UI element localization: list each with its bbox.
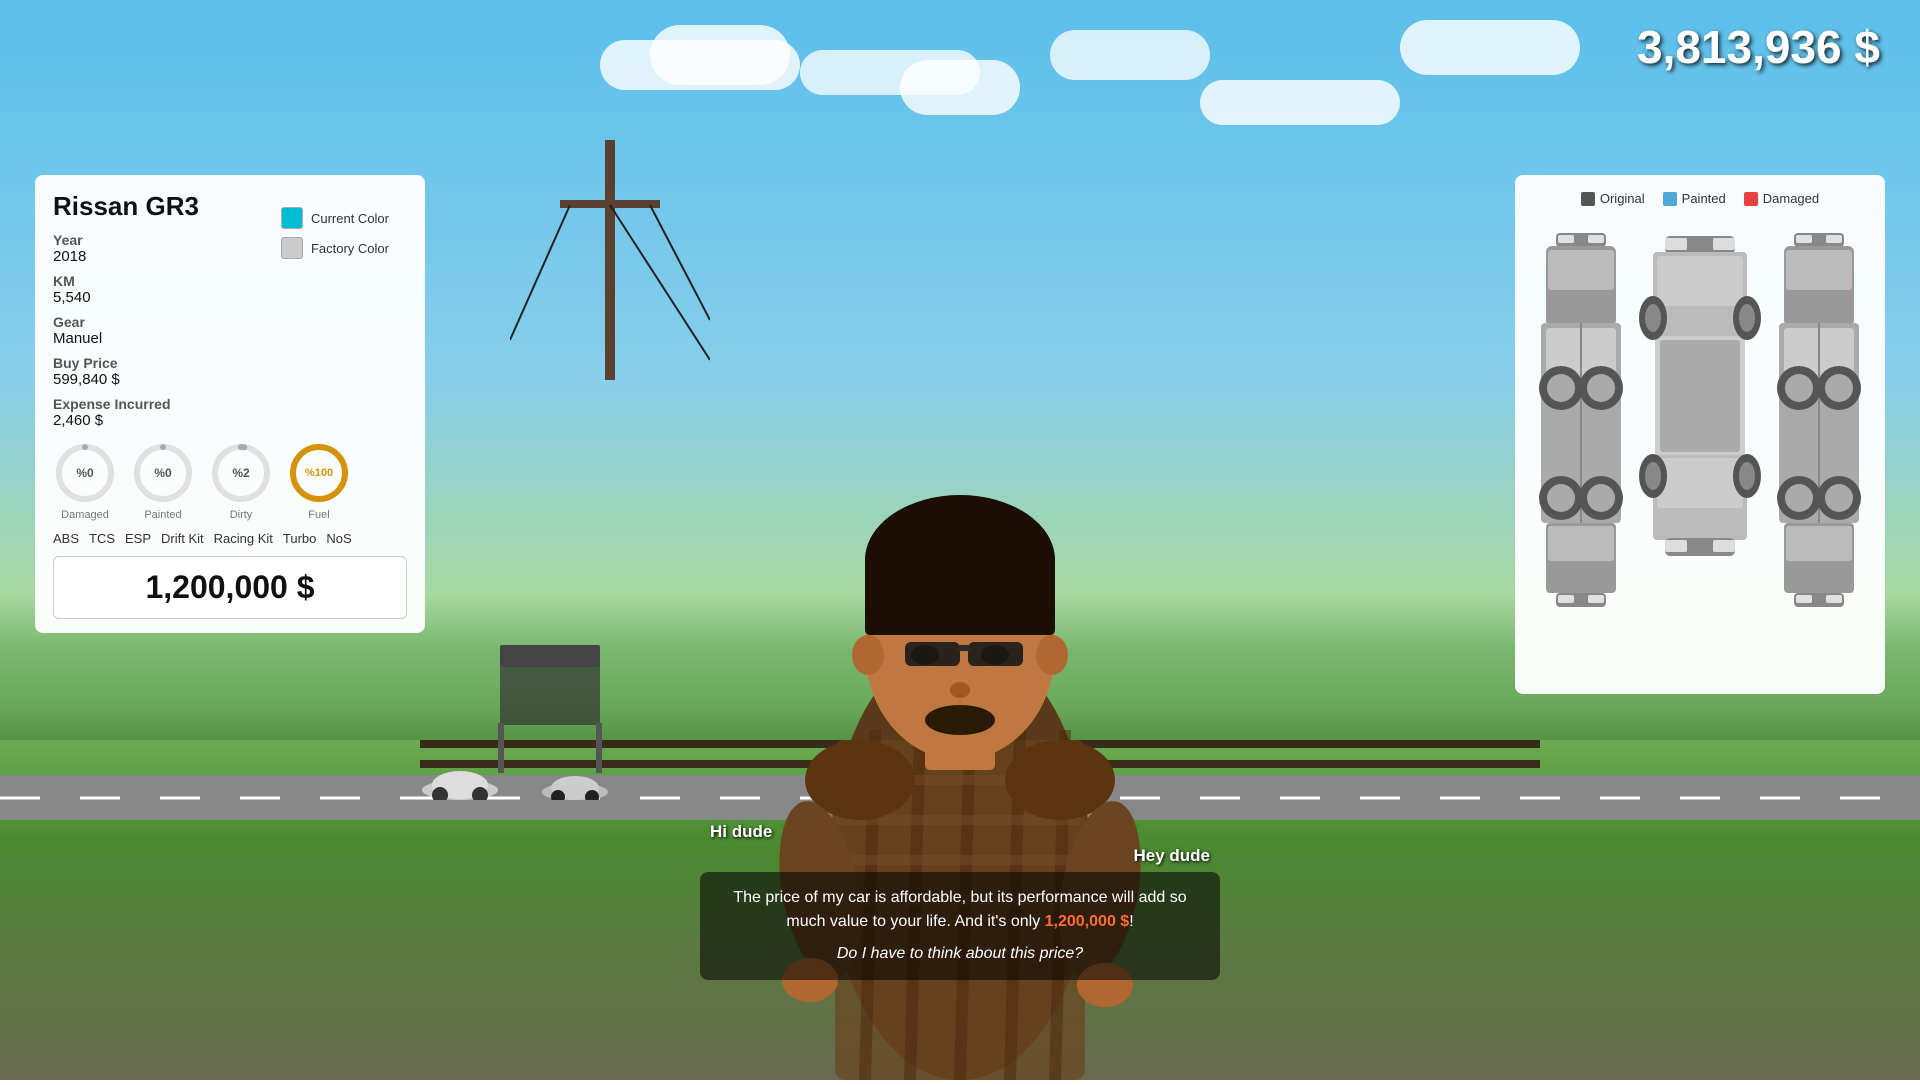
gauges-row: %0 Damaged %0 Painted <box>53 441 407 521</box>
cloud-2 <box>650 25 790 85</box>
feature-turbo: Turbo <box>283 531 316 546</box>
factory-color-row: Factory Color <box>281 237 389 259</box>
dialogue-bubble: The price of my car is affordable, but i… <box>700 872 1220 980</box>
gauge-dirty-circle: %2 <box>209 441 273 505</box>
current-color-swatch <box>281 207 303 229</box>
feature-drift-kit: Drift Kit <box>161 531 204 546</box>
cloud-7 <box>1400 20 1580 75</box>
gauge-fuel-label: Fuel <box>308 509 329 521</box>
dialogue-question: Do I have to think about this price? <box>718 942 1202 966</box>
feature-nos: NoS <box>326 531 351 546</box>
legend-original: Original <box>1581 191 1645 206</box>
gauge-painted-text: %0 <box>154 466 171 480</box>
car-info-panel: Rissan GR3 Current Color Factory Color Y… <box>35 175 425 633</box>
gear-row: Gear Manuel <box>53 314 407 347</box>
gauge-painted-circle: %0 <box>131 441 195 505</box>
factory-color-label: Factory Color <box>311 241 389 256</box>
distant-car-1 <box>420 765 500 805</box>
cloud-4 <box>900 60 1020 115</box>
legend-painted-dot <box>1663 192 1677 206</box>
expense-label: Expense Incurred <box>53 396 407 412</box>
current-color-label: Current Color <box>311 211 389 226</box>
legend-damaged-label: Damaged <box>1763 191 1819 206</box>
legend-painted-label: Painted <box>1682 191 1726 206</box>
legend-painted: Painted <box>1663 191 1726 206</box>
gauge-dirty-label: Dirty <box>230 509 253 521</box>
buy-price-label: Buy Price <box>53 355 407 371</box>
gauge-damaged-text: %0 <box>76 466 93 480</box>
buy-price-row: Buy Price 599,840 $ <box>53 355 407 388</box>
dialogue-text-post: ! <box>1129 913 1133 930</box>
gauge-damaged-circle: %0 <box>53 441 117 505</box>
gauge-fuel-circle: %100 <box>287 441 351 505</box>
car-side-right-diagram <box>1774 228 1864 668</box>
gauge-dirty: %2 Dirty <box>209 441 273 521</box>
sell-price-display[interactable]: 1,200,000 $ <box>53 556 407 619</box>
car-diagram-panel: Original Painted Damaged <box>1515 175 1885 694</box>
dialogue-area: Hi dude Hey dude The price of my car is … <box>700 822 1220 980</box>
currency-display: 3,813,936 $ <box>1637 20 1880 74</box>
distant-car-2 <box>540 770 610 805</box>
buy-price-value: 599,840 $ <box>53 371 407 388</box>
utility-pole <box>510 140 710 395</box>
legend-original-label: Original <box>1600 191 1645 206</box>
npc-name: Hey dude <box>700 846 1220 866</box>
legend-original-dot <box>1581 192 1595 206</box>
gauge-dirty-text: %2 <box>232 466 249 480</box>
cloud-6 <box>1200 80 1400 125</box>
feature-esp: ESP <box>125 531 151 546</box>
gear-value: Manuel <box>53 330 407 347</box>
legend-damaged-dot <box>1744 192 1758 206</box>
km-label: KM <box>53 273 407 289</box>
legend-damaged: Damaged <box>1744 191 1819 206</box>
color-options: Current Color Factory Color <box>281 207 389 259</box>
km-value: 5,540 <box>53 289 407 306</box>
player-line: Hi dude <box>700 822 1220 842</box>
current-color-row: Current Color <box>281 207 389 229</box>
cloud-5 <box>1050 30 1210 80</box>
expense-row: Expense Incurred 2,460 $ <box>53 396 407 429</box>
gauge-painted-label: Painted <box>144 509 181 521</box>
car-side-left-diagram <box>1536 228 1626 668</box>
diagram-legend: Original Painted Damaged <box>1531 191 1869 206</box>
bus-stop <box>490 645 610 780</box>
gear-label: Gear <box>53 314 407 330</box>
factory-color-swatch <box>281 237 303 259</box>
km-row: KM 5,540 <box>53 273 407 306</box>
gauge-painted: %0 Painted <box>131 441 195 521</box>
gauge-damaged: %0 Damaged <box>53 441 117 521</box>
gauge-fuel: %100 Fuel <box>287 441 351 521</box>
feature-tcs: TCS <box>89 531 115 546</box>
dialogue-price-highlight: 1,200,000 $ <box>1045 913 1130 930</box>
features-row: ABS TCS ESP Drift Kit Racing Kit Turbo N… <box>53 531 407 546</box>
car-top-diagram <box>1635 228 1765 668</box>
feature-racing-kit: Racing Kit <box>214 531 273 546</box>
gauge-fuel-text: %100 <box>305 467 333 479</box>
gauge-damaged-label: Damaged <box>61 509 109 521</box>
feature-abs: ABS <box>53 531 79 546</box>
expense-value: 2,460 $ <box>53 412 407 429</box>
car-diagrams <box>1531 218 1869 678</box>
balance-text: 3,813,936 $ <box>1637 21 1880 73</box>
